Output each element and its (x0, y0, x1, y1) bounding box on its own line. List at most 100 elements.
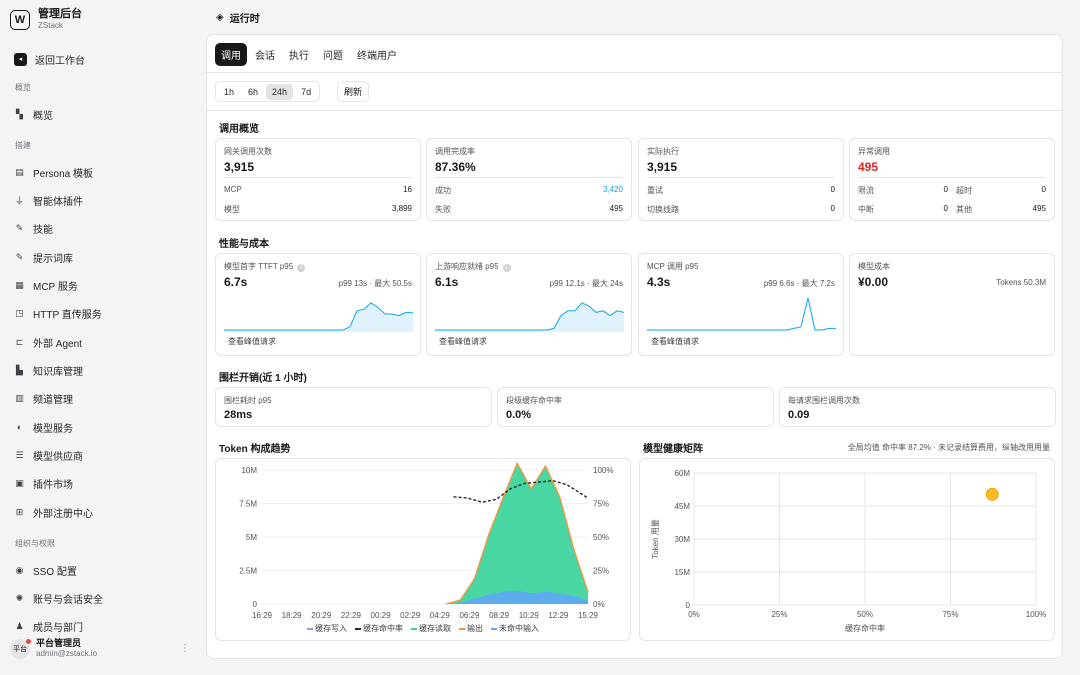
sidebar-item-overview[interactable]: ▚ 概览 (14, 105, 53, 123)
legend-item[interactable]: 缓存写入 (307, 623, 347, 634)
x-tick-label: 10:29 (519, 611, 540, 620)
range-1h[interactable]: 1h (218, 84, 240, 100)
x-tick-label: 75% (942, 610, 958, 619)
sidebar-item-prompts[interactable]: ✎ 提示词库 (14, 248, 73, 266)
legend-marker (411, 627, 417, 630)
tab-end-users[interactable]: 终端用户 (351, 43, 403, 66)
divider (207, 110, 1062, 111)
sidebar-item-channels[interactable]: ▥ 频道管理 (14, 389, 73, 407)
guard-value: 28ms (224, 409, 253, 421)
sidebar-item-sso[interactable]: ◉ SSO 配置 (14, 561, 77, 579)
guard-label: 围栏耗时 p95 (224, 396, 272, 405)
legend-item[interactable]: 输出 (459, 623, 483, 634)
sidebar-item-persona[interactable]: ▤ Persona 模板 (14, 163, 93, 181)
y-tick-label: 10M (241, 466, 257, 475)
sidebar-item-agent-plugins[interactable]: ⏚ 智能体插件 (14, 191, 83, 209)
guard-label: 段级缓存命中率 (506, 396, 562, 405)
section-title-guardrail: 围栏开销(近 1 小时) (219, 373, 307, 384)
info-icon[interactable]: i (502, 264, 511, 272)
tab-sessions[interactable]: 会话 (249, 43, 281, 66)
user-email: admin@zstack.io (36, 649, 98, 658)
sidebar-item-registry[interactable]: ⊞ 外部注册中心 (14, 503, 93, 521)
stat-row-value: 495 (609, 204, 623, 213)
sparkline-ttft (224, 302, 413, 332)
stat-row-value: 0 (830, 185, 835, 194)
x-tick-label: 04:29 (430, 611, 451, 620)
range-24h[interactable]: 24h (266, 83, 294, 100)
sidebar-item-http[interactable]: ◳ HTTP 直传服务 (14, 304, 101, 322)
perf-value: 6.1s (435, 275, 459, 289)
view-peak-requests-link[interactable]: 查看峰值请求 (651, 336, 699, 347)
legend-item[interactable]: 缓存命中率 (355, 623, 403, 634)
wrench-icon: ✎ (15, 222, 24, 233)
sidebar-item-skills[interactable]: ✎ 技能 (14, 219, 53, 237)
legend-marker (307, 627, 313, 630)
sidebar-item-model-provider[interactable]: ☰ 模型供应商 (14, 446, 83, 464)
x-tick-label: 18:29 (282, 611, 303, 620)
sidebar-item-label: 成员与部门 (33, 622, 83, 634)
refresh-button[interactable]: 刷新 (337, 81, 370, 102)
stat-row-value[interactable]: 3,420 (603, 185, 623, 194)
template-icon: ▤ (15, 166, 24, 177)
sidebar-item-label: 知识库管理 (33, 366, 83, 378)
user-profile[interactable]: 平台 平台管理员 admin@zstack.io ⋮ (10, 638, 190, 659)
sidebar-item-label: 外部注册中心 (33, 508, 93, 520)
legend-marker (491, 627, 497, 630)
view-peak-requests-link[interactable]: 查看峰值请求 (439, 336, 487, 347)
gear-icon: ✺ (15, 592, 24, 603)
user-name: 平台管理员 (36, 638, 82, 648)
agent-icon: ⊏ (15, 336, 24, 347)
sidebar-item-plugin-market[interactable]: ▣ 插件市场 (14, 474, 73, 492)
sidebar-item-label: 模型供应商 (33, 451, 83, 463)
legend-item[interactable]: 缓存读取 (411, 623, 451, 634)
back-to-workbench[interactable]: ◂ 返回工作台 (14, 50, 85, 68)
stat-label: 调用完成率 (435, 147, 475, 156)
brand-title: 管理后台 (38, 8, 82, 20)
sidebar-item-knowledge[interactable]: ▙ 知识库管理 (14, 361, 83, 379)
guard-label: 每请求围栏调用次数 (788, 396, 860, 405)
sparkline-mcp (647, 297, 836, 331)
stat-value: 3,915 (224, 160, 255, 174)
plug-icon: ⏚ (14, 195, 24, 206)
sidebar-item-account-security[interactable]: ✺ 账号与会话安全 (14, 589, 103, 607)
more-vertical-icon[interactable]: ⋮ (180, 643, 190, 654)
tab-executions[interactable]: 执行 (283, 43, 315, 66)
perf-card-upstream: 上游响应就绪 p95 i 6.1s p99 12.1s · 最大 24s 查看峰值… (426, 253, 632, 356)
x-tick-label: 06:29 (459, 611, 480, 620)
stat-label: 实际执行 (647, 147, 679, 156)
stat-value: 495 (858, 160, 879, 174)
divider (224, 177, 412, 178)
x-tick-label: 0% (688, 610, 700, 619)
stat-row-value: 16 (403, 185, 412, 194)
sidebar-item-model-service[interactable]: ◐ 模型服务 (14, 418, 73, 436)
shield-icon: ◉ (15, 564, 24, 575)
legend-item[interactable]: 未命中输入 (491, 623, 539, 634)
x-tick-label: 08:29 (489, 611, 510, 620)
divider (207, 72, 1062, 73)
sidebar-item-external-agent[interactable]: ⊏ 外部 Agent (14, 333, 82, 351)
section-title-token-trend: Token 构成趋势 (219, 444, 291, 455)
sidebar-item-label: Persona 模板 (33, 168, 94, 180)
sidebar-item-mcp[interactable]: ▦ MCP 服务 (14, 276, 78, 294)
sidebar-item-label: 概览 (33, 110, 53, 122)
sparkline-area (224, 302, 413, 332)
range-6h[interactable]: 6h (242, 84, 264, 100)
sidebar-item-label: 外部 Agent (33, 338, 82, 350)
section-title-performance: 性能与成本 (219, 239, 269, 250)
tab-issues[interactable]: 问题 (317, 43, 349, 66)
stat-row-value: 0 (943, 204, 948, 213)
sidebar-item-members[interactable]: ♟ 成员与部门 (14, 617, 83, 635)
brand-subtitle: ZStack (38, 21, 63, 30)
perf-value: ¥0.00 (858, 275, 889, 289)
page-title: 运行时 (229, 14, 260, 25)
range-7d[interactable]: 7d (295, 84, 317, 100)
perf-detail: Tokens 50.3M (996, 278, 1046, 287)
tab-calls[interactable]: 调用 (215, 43, 247, 66)
stat-row-value: 0 (830, 204, 835, 213)
health-matrix-chart: 0 15M 30M 45M 60M 0% 25% 50% 75% 100% 缓存命中率 Token 用… (651, 469, 1046, 633)
stat-value: 87.36% (435, 160, 476, 174)
view-peak-requests-link[interactable]: 查看峰值请求 (228, 336, 276, 347)
nav-section-org: 组织与权限 (15, 539, 55, 548)
info-icon[interactable]: i (297, 264, 306, 272)
nav-section-build: 搭建 (15, 141, 31, 150)
